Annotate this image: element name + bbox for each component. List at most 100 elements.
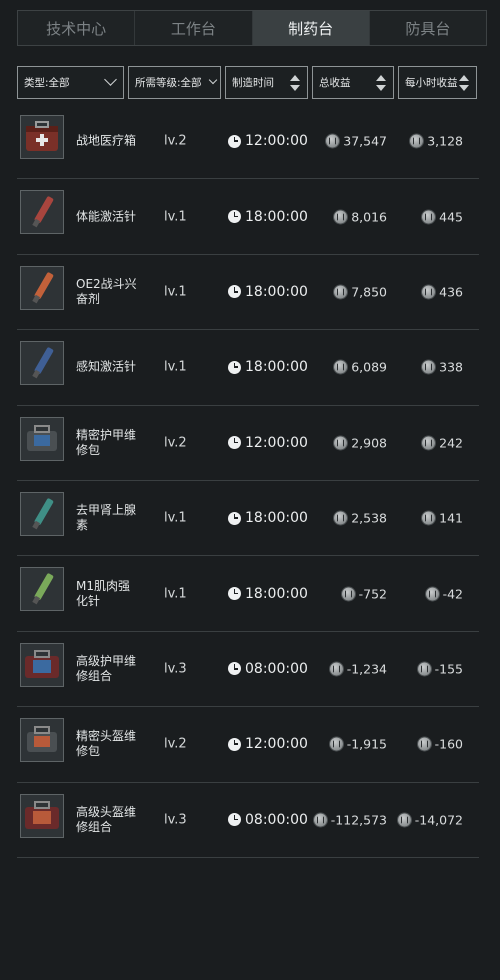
hourly-profit-value: 445 (439, 209, 463, 225)
clock-icon (228, 360, 241, 374)
coin-icon (422, 210, 436, 224)
item-level: lv.1 (164, 586, 187, 602)
item-name: 精密头盔维修包 (76, 729, 137, 759)
coin-icon (334, 210, 348, 224)
list-item[interactable]: 去甲肾上腺素 lv.1 18:00:00 2,538 141 (17, 481, 479, 557)
hourly-profit-value: 338 (439, 359, 463, 375)
injector-teal-icon (20, 491, 64, 536)
tab-bar: 技术中心 工作台 制药台 防具台 (17, 10, 487, 46)
hourly-profit: 3,128 (410, 134, 463, 149)
total-profit-value: -112,573 (330, 812, 387, 828)
craft-time-value: 12:00:00 (245, 434, 308, 451)
list-item[interactable]: 体能激活针 lv.1 18:00:00 8,016 445 (17, 179, 479, 255)
coin-icon (417, 662, 431, 676)
item-level: lv.3 (164, 812, 187, 828)
hourly-profit: 242 (422, 435, 463, 450)
craft-time: 12:00:00 (228, 133, 308, 149)
list-item[interactable]: M1肌肉强化针 lv.1 18:00:00 -752 -42 (17, 556, 479, 632)
hourly-profit-value: -42 (442, 586, 463, 602)
total-profit: 2,908 (334, 435, 387, 450)
total-profit-value: -1,915 (346, 736, 387, 752)
total-profit-sort-label: 总收益 (319, 77, 351, 89)
craft-time: 18:00:00 (228, 284, 308, 300)
hourly-profit-sort-label: 每小时收益 (405, 77, 458, 89)
total-profit-value: 2,538 (351, 510, 387, 526)
hourly-profit-value: 3,128 (427, 133, 463, 149)
list-item[interactable]: 战地医疗箱 lv.2 12:00:00 37,547 3,128 (17, 104, 479, 180)
type-filter-label: 类型:全部 (24, 77, 70, 89)
sort-icon (290, 75, 300, 91)
hourly-profit-sort[interactable]: 每小时收益 (398, 66, 477, 99)
coin-icon (422, 436, 436, 450)
item-name: 精密护甲维修包 (76, 427, 137, 457)
hourly-profit: 436 (422, 284, 463, 299)
advanced-armor-repair-kit-icon (20, 642, 64, 687)
level-filter-dropdown[interactable]: 所需等级:全部 (128, 66, 221, 99)
coin-icon (329, 662, 343, 676)
total-profit-value: 2,908 (351, 435, 387, 451)
list-item[interactable]: 感知激活针 lv.1 18:00:00 6,089 338 (17, 330, 479, 406)
clock-icon (228, 210, 241, 224)
craft-time: 18:00:00 (228, 510, 308, 526)
tab-pharmacy[interactable]: 制药台 (252, 11, 370, 45)
type-filter-dropdown[interactable]: 类型:全部 (17, 66, 124, 99)
clock-icon (228, 285, 241, 299)
coin-icon (334, 511, 348, 525)
clock-icon (228, 737, 241, 751)
craft-time-value: 18:00:00 (245, 283, 308, 300)
craft-time-value: 08:00:00 (245, 660, 308, 677)
recipe-list: 战地医疗箱 lv.2 12:00:00 37,547 3,128 体能激活针 l… (17, 104, 479, 858)
hourly-profit: 141 (422, 511, 463, 526)
craft-time: 08:00:00 (228, 661, 308, 677)
craft-time-value: 12:00:00 (245, 736, 308, 753)
craft-time-sort-label: 制造时间 (232, 77, 274, 89)
list-item[interactable]: OE2战斗兴奋剂 lv.1 18:00:00 7,850 436 (17, 255, 479, 331)
tab-workbench[interactable]: 工作台 (135, 11, 253, 45)
clock-icon (228, 662, 241, 676)
item-level: lv.1 (164, 510, 187, 526)
total-profit-sort[interactable]: 总收益 (312, 66, 394, 99)
item-level: lv.2 (164, 435, 187, 451)
coin-icon (334, 285, 348, 299)
hourly-profit-value: -155 (434, 661, 463, 677)
craft-time: 18:00:00 (228, 359, 308, 375)
coin-icon (329, 737, 343, 751)
item-level: lv.2 (164, 133, 187, 149)
total-profit-value: 37,547 (343, 133, 387, 149)
clock-icon (228, 436, 241, 450)
total-profit: 6,089 (334, 360, 387, 375)
list-item[interactable]: 精密护甲维修包 lv.2 12:00:00 2,908 242 (17, 406, 479, 481)
list-item[interactable]: 精密头盔维修包 lv.2 12:00:00 -1,915 -160 (17, 707, 479, 783)
craft-time-value: 18:00:00 (245, 585, 308, 602)
total-profit: -752 (341, 586, 387, 601)
item-name: OE2战斗兴奋剂 (76, 276, 137, 306)
hourly-profit-value: 242 (439, 435, 463, 451)
total-profit-value: 6,089 (351, 359, 387, 375)
list-item[interactable]: 高级头盔维修组合 lv.3 08:00:00 -112,573 -14,072 (17, 783, 479, 858)
list-item[interactable]: 高级护甲维修组合 lv.3 08:00:00 -1,234 -155 (17, 632, 479, 708)
hourly-profit-value: 141 (439, 510, 463, 526)
hourly-profit: 338 (422, 360, 463, 375)
sort-icon (459, 75, 469, 91)
coin-icon (422, 285, 436, 299)
chevron-down-icon (208, 75, 218, 85)
clock-icon (228, 511, 241, 525)
total-profit: -1,915 (329, 736, 387, 752)
coin-icon (341, 587, 355, 601)
total-profit: -1,234 (329, 661, 387, 676)
tab-tech-center[interactable]: 技术中心 (18, 11, 136, 45)
hourly-profit-value: -14,072 (414, 812, 463, 828)
item-name: M1肌肉强化针 (76, 578, 130, 608)
craft-time-sort[interactable]: 制造时间 (225, 66, 308, 99)
craft-time-value: 18:00:00 (245, 208, 308, 225)
coin-icon (410, 134, 424, 148)
item-name: 战地医疗箱 (76, 133, 137, 148)
clock-icon (228, 587, 241, 601)
craft-time: 12:00:00 (228, 736, 308, 752)
coin-icon (417, 737, 431, 751)
advanced-helmet-repair-kit-icon (20, 793, 64, 838)
item-name: 体能激活针 (76, 209, 137, 224)
tab-armor-bench[interactable]: 防具台 (370, 11, 486, 45)
craft-time-value: 18:00:00 (245, 359, 308, 376)
injector-blue-icon (20, 341, 64, 386)
